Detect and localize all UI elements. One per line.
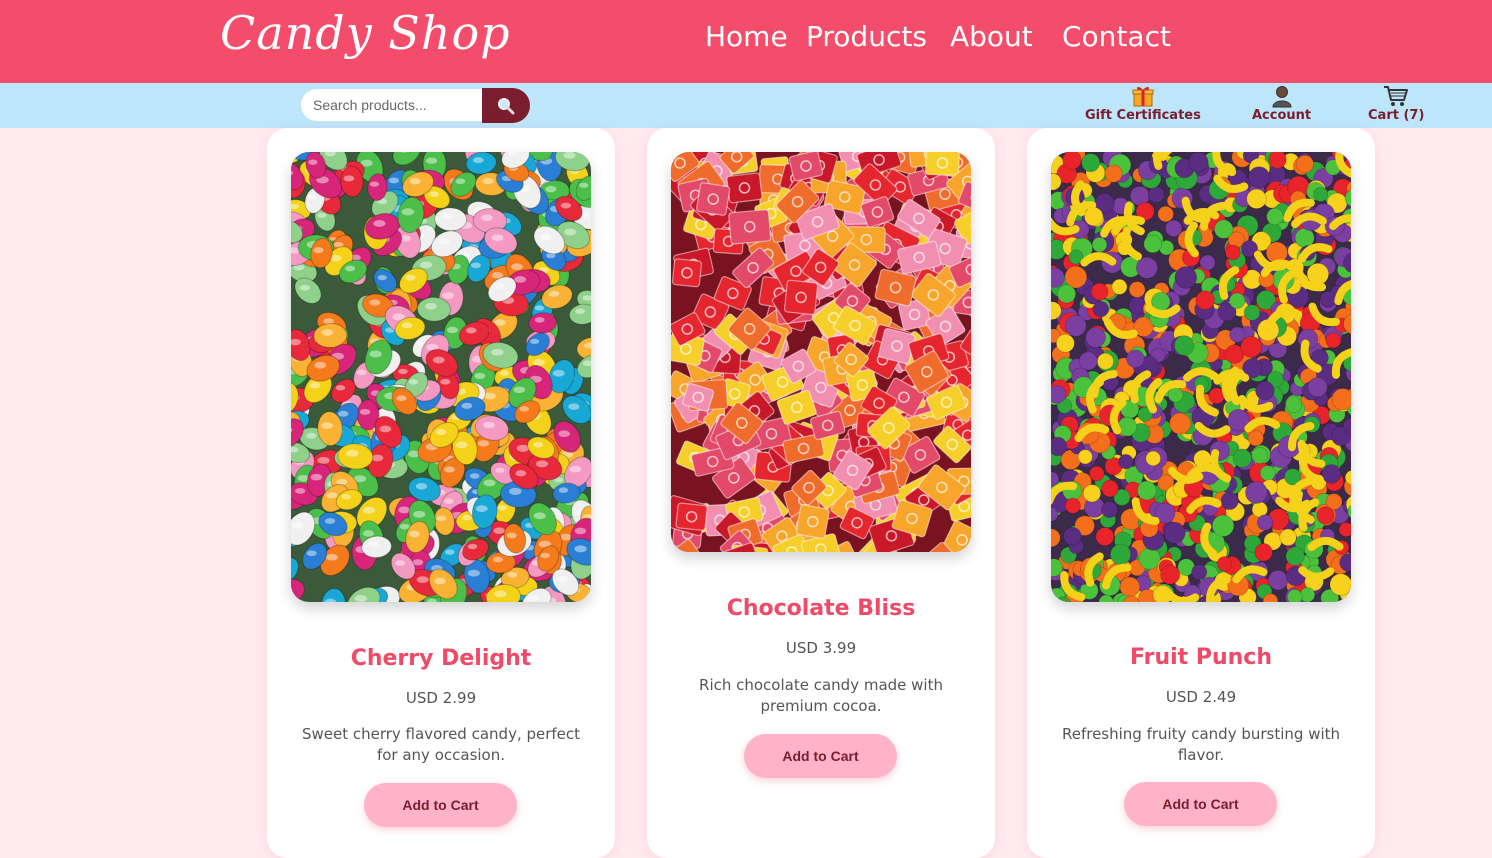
product-description: Rich chocolate candy made with premium c… [671, 675, 971, 717]
product-price: USD 3.99 [647, 639, 995, 657]
cart-label: Cart (7) [1368, 108, 1424, 123]
search-bar [301, 88, 530, 123]
cart-icon [1383, 84, 1409, 108]
product-card: Chocolate Bliss USD 3.99 Rich chocolate … [647, 128, 995, 858]
product-card: Fruit Punch USD 2.49 Refreshing fruity c… [1027, 128, 1375, 858]
person-icon [1270, 84, 1294, 108]
nav-about[interactable]: About [950, 20, 1033, 53]
account-label: Account [1252, 108, 1311, 123]
wrapped-chews-photo [671, 152, 971, 552]
add-to-cart-button[interactable]: Add to Cart [364, 783, 517, 827]
product-name[interactable]: Fruit Punch [1027, 645, 1375, 670]
jelly-beans-photo [291, 152, 591, 602]
product-name[interactable]: Cherry Delight [267, 646, 615, 671]
product-description: Refreshing fruity candy bursting with fl… [1051, 724, 1351, 766]
add-to-cart-button[interactable]: Add to Cart [1124, 782, 1277, 826]
product-name[interactable]: Chocolate Bliss [647, 596, 995, 621]
nav-home[interactable]: Home [705, 20, 788, 53]
nav-contact[interactable]: Contact [1062, 20, 1171, 53]
gift-certificates-link[interactable]: Gift Certificates [1085, 84, 1201, 123]
fruit-candy-photo [1051, 152, 1351, 602]
add-to-cart-button[interactable]: Add to Cart [744, 734, 897, 778]
product-price: USD 2.49 [1027, 688, 1375, 706]
product-card: Cherry Delight USD 2.99 Sweet cherry fla… [267, 128, 615, 858]
product-image[interactable] [671, 152, 971, 552]
nav-products[interactable]: Products [806, 20, 927, 53]
gift-certificates-label: Gift Certificates [1085, 108, 1201, 123]
product-description: Sweet cherry flavored candy, perfect for… [291, 724, 591, 766]
search-button[interactable] [482, 88, 530, 123]
search-icon [497, 97, 515, 115]
cart-link[interactable]: Cart (7) [1368, 84, 1424, 123]
site-header: Candy Shop Home Products About Contact [0, 0, 1492, 83]
gift-icon [1131, 84, 1155, 108]
product-price: USD 2.99 [267, 689, 615, 707]
product-image[interactable] [291, 152, 591, 602]
account-link[interactable]: Account [1252, 84, 1311, 123]
search-input[interactable] [301, 89, 482, 121]
product-image[interactable] [1051, 152, 1351, 602]
site-logo[interactable]: Candy Shop [220, 6, 511, 60]
